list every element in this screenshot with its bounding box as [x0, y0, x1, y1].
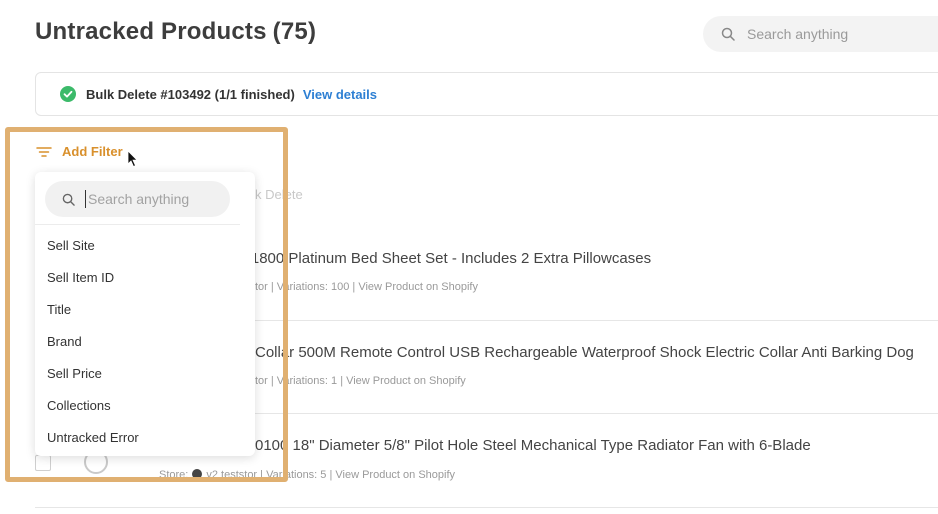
page-title: Untracked Products (75)	[35, 18, 316, 46]
global-search[interactable]	[703, 16, 938, 52]
filter-option-collections[interactable]: Collections	[47, 398, 111, 413]
product-title[interactable]: 0100 18" Diameter 5/8" Pilot Hole Steel …	[255, 437, 811, 454]
filter-option-sell-item-id[interactable]: Sell Item ID	[47, 270, 114, 285]
view-details-link[interactable]: View details	[303, 87, 377, 102]
product-meta: Store: v2 teststor | Variations: 5 | View…	[159, 469, 455, 481]
filter-option-sell-price[interactable]: Sell Price	[47, 366, 102, 381]
global-search-input[interactable]	[745, 25, 938, 43]
bulk-delete-banner: Bulk Delete #103492 (1/1 finished) View …	[35, 72, 938, 116]
bulk-delete-status: Bulk Delete #103492 (1/1 finished)	[86, 86, 295, 102]
filter-option-title[interactable]: Title	[47, 302, 71, 317]
filter-dropdown: Sell Site Sell Item ID Title Brand Sell …	[35, 172, 255, 456]
product-meta: tor | Variations: 1 | View Product on Sh…	[255, 375, 466, 387]
check-circle-icon	[60, 86, 76, 102]
filter-option-brand[interactable]: Brand	[47, 334, 82, 349]
filter-search[interactable]	[45, 181, 230, 217]
filter-search-input[interactable]	[85, 190, 230, 208]
row-divider	[35, 507, 938, 508]
add-filter-button[interactable]: Add Filter	[36, 144, 123, 159]
page-title-count: (75)	[272, 18, 317, 45]
store-name: v2 teststor	[206, 469, 258, 481]
mouse-cursor-icon	[127, 150, 139, 168]
product-title[interactable]: Soft 1800 Platinum Bed Sheet Set - Inclu…	[220, 250, 651, 267]
filter-option-untracked-error[interactable]: Untracked Error	[47, 430, 139, 445]
filter-option-sell-site[interactable]: Sell Site	[47, 238, 95, 253]
shopify-store-icon	[192, 469, 203, 479]
search-icon	[62, 193, 75, 206]
add-filter-label: Add Filter	[62, 144, 123, 159]
search-icon	[721, 27, 735, 41]
product-meta: tor | Variations: 100 | View Product on …	[255, 281, 478, 293]
bulk-delete-action[interactable]: k Delete	[255, 187, 303, 202]
dropdown-divider	[35, 224, 240, 225]
product-title[interactable]: Collar 500M Remote Control USB Rechargea…	[255, 344, 914, 361]
product-meta-rest: | Variations: 5 | View Product on Shopif…	[260, 469, 456, 481]
filter-lines-icon	[36, 146, 52, 157]
store-label: Store:	[159, 469, 189, 481]
page-title-text: Untracked Products	[35, 18, 267, 45]
row-checkbox[interactable]	[35, 455, 51, 471]
